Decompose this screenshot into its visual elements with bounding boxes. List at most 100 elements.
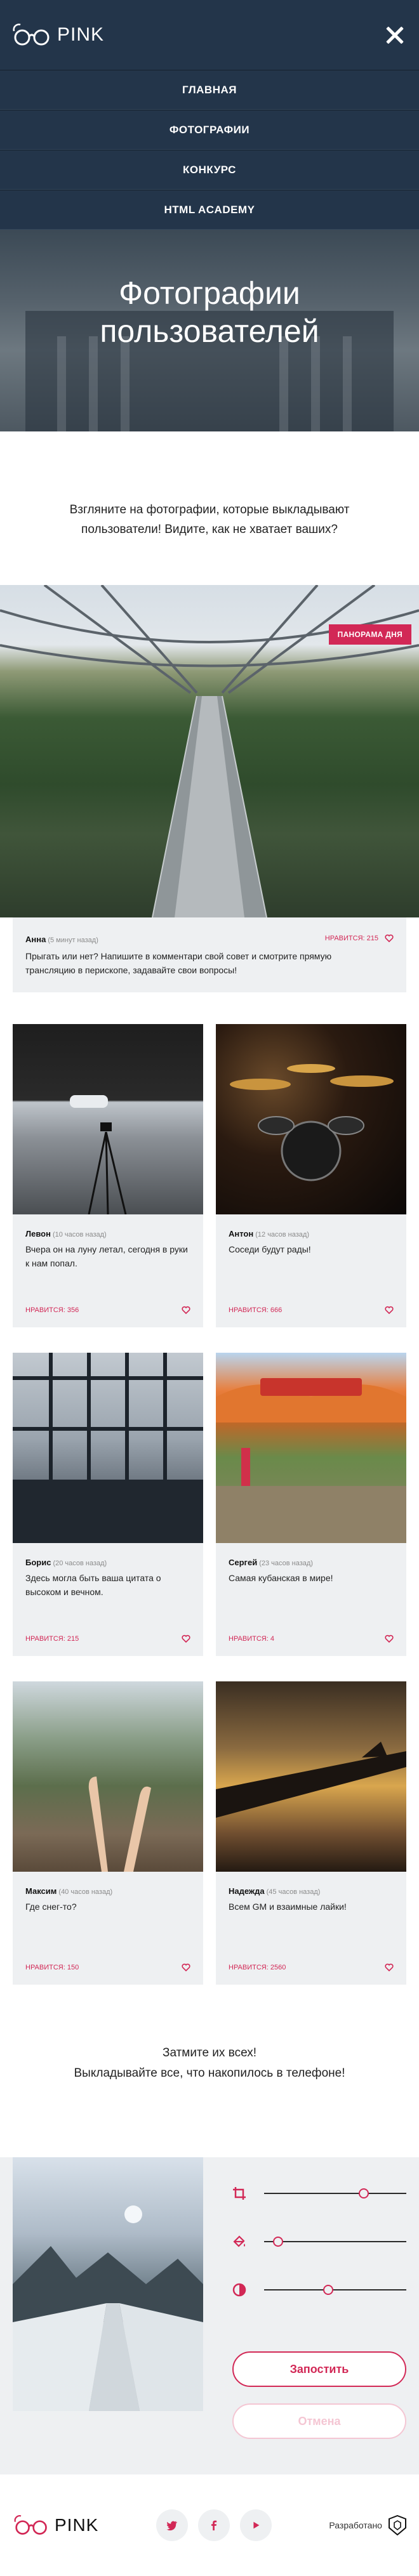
fill-slider-knob[interactable]: [273, 2237, 284, 2247]
photo-image[interactable]: [13, 1024, 203, 1214]
page-footer: PINK Разработано: [0, 2474, 419, 2576]
fill-slider[interactable]: [264, 2237, 406, 2247]
heart-icon[interactable]: [385, 1634, 394, 1643]
heart-icon[interactable]: [385, 934, 394, 943]
heart-icon[interactable]: [385, 1306, 394, 1315]
heart-icon[interactable]: [182, 1963, 190, 1972]
card-likes: Нравится: 215: [25, 1635, 79, 1643]
glasses-logo-icon: [14, 2515, 47, 2535]
cta-line-2: Выкладывайте все, что накопилось в телеф…: [74, 2067, 345, 2080]
card-author[interactable]: Надежда: [229, 1886, 265, 1896]
card-likes: Нравится: 2560: [229, 1964, 286, 1971]
developed-by-label: Разработано: [329, 2520, 382, 2530]
card-time: (40 часов назад): [58, 1888, 113, 1896]
photo-image[interactable]: [13, 1681, 203, 1872]
html-academy-icon: [388, 2515, 406, 2535]
footer-logo-text: PINK: [55, 2515, 99, 2535]
menu-item-photos[interactable]: Фотографии: [0, 110, 419, 150]
photo-image[interactable]: [216, 1024, 406, 1214]
window-illustration: [13, 1353, 203, 1543]
header-logo[interactable]: PINK: [11, 22, 104, 48]
heart-icon[interactable]: [385, 1963, 394, 1972]
logo-text: PINK: [57, 24, 105, 45]
contrast-slider-knob[interactable]: [323, 2285, 333, 2295]
editor-preview-photo: [13, 2157, 203, 2411]
twitter-icon[interactable]: [156, 2509, 188, 2541]
page-title-text: Фотографии пользователей: [100, 275, 319, 349]
featured-author-line: Анна (5 минут назад): [25, 934, 98, 945]
contrast-slider[interactable]: [264, 2285, 406, 2295]
tripod-illustration: [70, 1095, 127, 1214]
card-time: (45 часов назад): [266, 1888, 321, 1896]
heart-icon[interactable]: [182, 1634, 190, 1643]
submit-post-button[interactable]: Запостить: [232, 2351, 406, 2387]
card-text: Самая кубанская в мире!: [229, 1573, 333, 1583]
intro-text: Взгляните на фотографии, которые выклады…: [69, 503, 350, 536]
card-text: Вчера он на луну летал, сегодня в руки к…: [25, 1244, 188, 1268]
market-illustration: [216, 1378, 406, 1543]
card-likes: Нравится: 666: [229, 1306, 283, 1314]
featured-photo-card: Панорама дня Анна (5 минут назад) Нравитс…: [0, 585, 419, 992]
card-author[interactable]: Борис: [25, 1558, 51, 1567]
photo-grid: Левон (10 часов назад) Вчера он на луну л…: [0, 992, 419, 1985]
card-likes: Нравится: 150: [25, 1964, 79, 1971]
editor-controls: Запостить Отмена: [232, 2157, 406, 2474]
featured-info: Анна (5 минут назад) Нравится: 215 Прыгат…: [13, 917, 406, 992]
heart-icon[interactable]: [182, 1306, 190, 1315]
panorama-badge: Панорама дня: [328, 624, 411, 645]
card-text: Где снег-то?: [25, 1902, 77, 1912]
photo-image[interactable]: [13, 1353, 203, 1543]
menu-item-html-academy[interactable]: HTML Academy: [0, 190, 419, 230]
card-text: Всем GM и взаимные лайки!: [229, 1902, 347, 1912]
page-header: PINK Главная Фотографии Конкурс HTML Aca…: [0, 0, 419, 431]
photo-card: Левон (10 часов назад) Вчера он на луну л…: [13, 1024, 203, 1327]
facebook-icon[interactable]: [197, 2509, 230, 2541]
featured-time: (5 минут назад): [48, 936, 98, 944]
footer-logo[interactable]: PINK: [13, 2514, 98, 2537]
card-likes: Нравится: 356: [25, 1306, 79, 1314]
menu-item-main[interactable]: Главная: [0, 70, 419, 110]
card-text: Соседи будут рады!: [229, 1244, 311, 1254]
photo-editor: Запостить Отмена: [0, 2157, 419, 2474]
photo-card: Максим (40 часов назад) Где снег-то? Нрав…: [13, 1681, 203, 1985]
crop-icon: [233, 2187, 246, 2200]
menu-item-contest[interactable]: Конкурс: [0, 150, 419, 190]
cancel-button[interactable]: Отмена: [232, 2403, 406, 2439]
drums-illustration: [230, 1064, 394, 1181]
contrast-control: [232, 2274, 406, 2306]
card-author[interactable]: Максим: [25, 1886, 57, 1896]
card-author[interactable]: Сергей: [229, 1558, 257, 1567]
card-author[interactable]: Антон: [229, 1229, 253, 1239]
main-menu: Главная Фотографии Конкурс HTML Academy: [0, 70, 419, 230]
card-author[interactable]: Левон: [25, 1229, 51, 1239]
card-time: (20 часов назад): [53, 1560, 107, 1567]
youtube-icon[interactable]: [239, 2509, 272, 2541]
top-bar: PINK: [0, 0, 419, 70]
card-time: (12 часов назад): [255, 1231, 309, 1239]
paint-bucket-icon: [233, 2235, 245, 2247]
cta-line-1: Затмите их всех!: [162, 2046, 257, 2060]
glasses-logo-icon: [13, 23, 50, 46]
crop-control: [232, 2178, 406, 2209]
featured-likes-count: Нравится: 215: [324, 935, 378, 942]
card-text: Здесь могла быть ваша цитата о высоком и…: [25, 1573, 161, 1597]
crop-slider[interactable]: [264, 2188, 406, 2198]
close-menu-icon[interactable]: [382, 22, 408, 48]
featured-text: Прыгать или нет? Напишите в комментари с…: [25, 951, 332, 975]
call-to-action: Затмите их всех! Выкладывайте все, что н…: [0, 1985, 419, 2157]
legs-illustration: [88, 1777, 151, 1872]
card-time: (10 часов назад): [52, 1231, 107, 1239]
card-time: (23 часов назад): [259, 1560, 313, 1567]
featured-author[interactable]: Анна: [25, 935, 46, 944]
contrast-icon: [232, 2283, 246, 2297]
photo-card: Надежда (45 часов назад) Всем GM и взаимн…: [216, 1681, 406, 1985]
card-likes: Нравится: 4: [229, 1635, 274, 1643]
featured-photo[interactable]: Панорама дня: [0, 585, 419, 917]
photo-image[interactable]: [216, 1353, 406, 1543]
developer-credit[interactable]: Разработано: [329, 2515, 406, 2535]
photo-card: Антон (12 часов назад) Соседи будут рады!…: [216, 1024, 406, 1327]
plane-wing-illustration: [216, 1742, 406, 1818]
fill-control: [232, 2226, 406, 2257]
photo-image[interactable]: [216, 1681, 406, 1872]
crop-slider-knob[interactable]: [358, 2188, 369, 2198]
